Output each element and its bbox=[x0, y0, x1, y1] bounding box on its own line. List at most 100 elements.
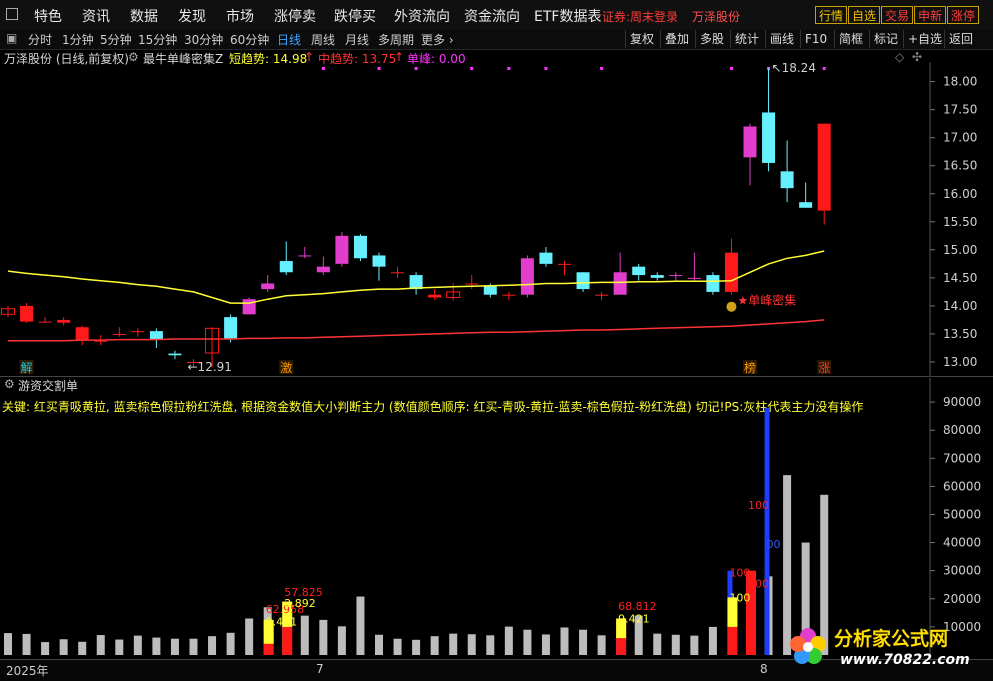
candle-body bbox=[38, 321, 52, 323]
period-30min[interactable]: 30分钟 bbox=[184, 31, 223, 48]
candle-body bbox=[706, 275, 720, 292]
price-tick-label: 17.50 bbox=[943, 103, 977, 117]
menu-item-capital-flow[interactable]: 资金流向 bbox=[464, 6, 520, 26]
candle-body bbox=[316, 266, 330, 273]
limit-up-button[interactable]: 涨停 bbox=[947, 6, 980, 24]
volume-bar bbox=[41, 642, 50, 655]
candle-body bbox=[353, 235, 367, 259]
multi-stock-button[interactable]: 多股 bbox=[695, 30, 728, 48]
simple-frame-button[interactable]: 简框 bbox=[834, 30, 867, 48]
ipo-button[interactable]: 申新 bbox=[914, 6, 947, 24]
menu-item-data[interactable]: 数据 bbox=[130, 6, 158, 26]
period-intraday[interactable]: 分时 bbox=[28, 31, 52, 48]
period-60min[interactable]: 60分钟 bbox=[230, 31, 269, 48]
marker-label: 激 bbox=[280, 361, 292, 375]
bar-value-label: 2.892 bbox=[284, 597, 316, 610]
candle-body bbox=[168, 353, 182, 356]
period-weekly[interactable]: 周线 bbox=[311, 31, 335, 48]
candle-body bbox=[279, 261, 293, 273]
peak-dot bbox=[544, 67, 548, 70]
volume-bar bbox=[690, 635, 699, 655]
period-multi[interactable]: 多周期 bbox=[378, 31, 414, 48]
peak-dot bbox=[321, 67, 325, 70]
volume-tick-label: 50000 bbox=[943, 507, 981, 521]
volume-bar bbox=[59, 639, 68, 655]
volume-bar bbox=[319, 619, 328, 655]
price-tick-label: 13.50 bbox=[943, 327, 977, 341]
volume-bar bbox=[579, 629, 588, 655]
date-label-aug: 8 bbox=[760, 662, 768, 676]
signal-label: ★单峰密集 bbox=[737, 293, 796, 308]
volume-bar bbox=[208, 636, 217, 655]
menu-item-limit-down-buy[interactable]: 跌停买 bbox=[334, 6, 376, 26]
menu-item-market[interactable]: 市场 bbox=[226, 6, 254, 26]
layout-icon[interactable]: ▣ bbox=[6, 31, 17, 45]
candle-body bbox=[539, 252, 553, 264]
volume-bar bbox=[115, 639, 124, 655]
candle-body bbox=[391, 272, 405, 274]
menu-item-foreign-flow[interactable]: 外资流向 bbox=[394, 6, 450, 26]
candle-body bbox=[613, 272, 627, 295]
stats-button[interactable]: 统计 bbox=[730, 30, 763, 48]
money-bag-icon bbox=[726, 301, 737, 312]
stock-link[interactable]: 万泽股份 bbox=[692, 8, 740, 25]
period-15min[interactable]: 15分钟 bbox=[138, 31, 177, 48]
watchlist-button[interactable]: 自选 bbox=[848, 6, 881, 24]
candle-body bbox=[743, 126, 757, 158]
mark-button[interactable]: 标记 bbox=[869, 30, 902, 48]
add-watchlist-button[interactable]: +自选 bbox=[903, 30, 946, 48]
back-button[interactable]: 返回 bbox=[944, 30, 977, 48]
capital-flow-bar-chart[interactable]: 1000020000300004000050000600007000080000… bbox=[0, 378, 993, 659]
candle-body bbox=[261, 283, 275, 290]
period-5min[interactable]: 5分钟 bbox=[100, 31, 132, 48]
quote-button[interactable]: 行情 bbox=[815, 6, 848, 24]
period-monthly[interactable]: 月线 bbox=[345, 31, 369, 48]
candle-body bbox=[632, 266, 646, 276]
price-tick-label: 14.50 bbox=[943, 271, 977, 285]
period-1min[interactable]: 1分钟 bbox=[62, 31, 94, 48]
candle-body bbox=[224, 317, 238, 340]
candle-body bbox=[335, 235, 349, 264]
trade-button[interactable]: 交易 bbox=[881, 6, 914, 24]
volume-bar bbox=[653, 633, 662, 655]
candle-body bbox=[57, 319, 71, 323]
login-notice[interactable]: 证券:周末登录 bbox=[602, 8, 678, 25]
menu-item-limit-up-sell[interactable]: 涨停卖 bbox=[274, 6, 316, 26]
window-menu-icon[interactable] bbox=[6, 8, 18, 20]
draw-line-button[interactable]: 画线 bbox=[765, 30, 798, 48]
marker-label: 榜 bbox=[744, 360, 756, 375]
period-daily[interactable]: 日线 bbox=[277, 31, 301, 48]
candlestick-chart[interactable]: 13.00 13.50 14.00 14.50 15.00 15.50 16.00 16.50… bbox=[0, 62, 993, 376]
price-tick-label: 16.00 bbox=[943, 187, 977, 201]
flower-logo-icon bbox=[790, 628, 826, 664]
volume-bar bbox=[356, 596, 365, 655]
candle-body bbox=[817, 123, 831, 211]
menu-item-etf-table[interactable]: ETF数据表 bbox=[534, 6, 601, 26]
price-tick-label: 18.00 bbox=[943, 75, 977, 89]
volume-bar bbox=[486, 635, 495, 655]
peak-dot bbox=[822, 67, 826, 70]
date-label-jul: 7 bbox=[316, 662, 324, 676]
volume-bar bbox=[300, 615, 309, 655]
peak-dot bbox=[470, 67, 474, 70]
volume-bar bbox=[541, 634, 550, 655]
candle-body bbox=[298, 255, 312, 257]
volume-bar bbox=[170, 638, 179, 655]
candle-body bbox=[75, 327, 89, 340]
candle-body bbox=[780, 171, 794, 189]
candle-body bbox=[669, 275, 683, 277]
volume-tick-label: 80000 bbox=[943, 423, 981, 437]
adjust-button[interactable]: 复权 bbox=[625, 30, 658, 48]
overlay-button[interactable]: 叠加 bbox=[660, 30, 693, 48]
menu-item-special[interactable]: 特色 bbox=[34, 6, 62, 26]
menu-item-news[interactable]: 资讯 bbox=[82, 6, 110, 26]
menu-item-discover[interactable]: 发现 bbox=[178, 6, 206, 26]
volume-bar bbox=[152, 637, 161, 655]
period-more[interactable]: 更多 › bbox=[421, 31, 454, 48]
volume-bar bbox=[708, 626, 717, 655]
volume-bar bbox=[430, 636, 439, 655]
candle-body bbox=[428, 294, 442, 298]
volume-bar bbox=[597, 635, 606, 655]
volume-bar bbox=[504, 626, 513, 655]
f10-button[interactable]: F10 bbox=[800, 30, 831, 48]
